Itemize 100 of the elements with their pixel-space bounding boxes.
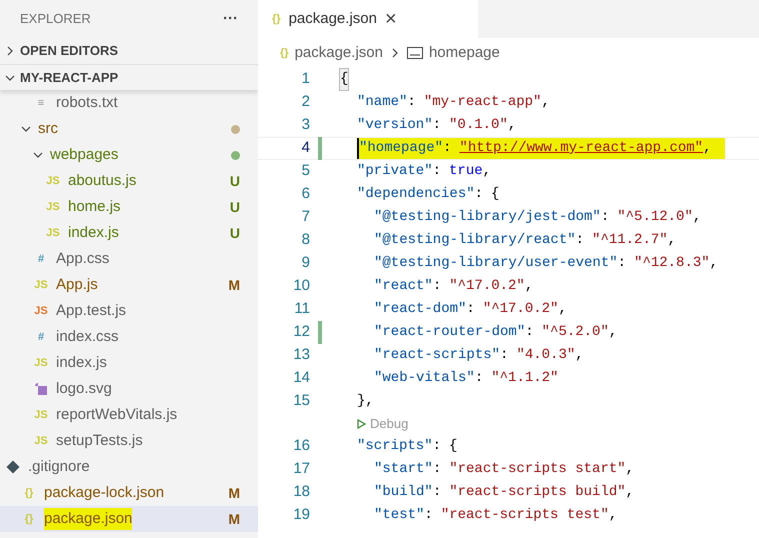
diamond-icon xyxy=(6,460,20,474)
folder-row[interactable]: src xyxy=(0,116,258,142)
line-number: 3 xyxy=(300,115,310,136)
json-punctuation: : xyxy=(432,483,442,502)
json-punctuation: , xyxy=(692,208,702,227)
json-string: "react-scripts build" xyxy=(449,483,626,502)
json-key: "@testing-library/user-event" xyxy=(374,253,618,274)
file-name: index.css xyxy=(56,326,119,347)
json-key: "react-dom" xyxy=(374,299,466,320)
debug-link[interactable]: Debug xyxy=(370,414,408,434)
file-name: index.js xyxy=(56,352,107,373)
file-row[interactable]: {} package.json M xyxy=(0,506,258,532)
json-key: "test" xyxy=(374,505,424,526)
breadcrumb-file[interactable]: package.json xyxy=(294,42,383,64)
section-header[interactable]: MY-REACT-APP xyxy=(0,64,258,90)
breadcrumb-symbol[interactable]: homepage xyxy=(428,42,500,64)
file-row[interactable]: JS App.js M xyxy=(0,272,258,298)
file-name: src xyxy=(38,118,58,139)
json-file-icon: {} xyxy=(280,44,289,62)
json-key: "homepage" xyxy=(359,138,444,159)
json-string: "^1.1.2" xyxy=(491,369,558,388)
json-key: "scripts" xyxy=(357,436,433,457)
file-name: App.test.js xyxy=(56,300,126,321)
line-number: 1 xyxy=(300,69,310,90)
line-number: 12 xyxy=(292,322,310,342)
json-key: "version" xyxy=(357,115,433,136)
file-name: .gitignore xyxy=(28,456,90,477)
section-header[interactable]: OPEN EDITORS xyxy=(0,38,258,64)
file-row[interactable]: JS App.test.js xyxy=(0,298,258,324)
file-row[interactable]: JS reportWebVitals.js xyxy=(0,402,258,428)
json-punctuation: : xyxy=(432,277,442,296)
line-number: 13 xyxy=(292,345,310,366)
json-string: "^17.0.2" xyxy=(449,277,525,296)
section-title: OPEN EDITORS xyxy=(20,42,118,60)
file-row[interactable]: JS aboutus.js U xyxy=(0,168,258,194)
json-string: "^12.8.3" xyxy=(634,254,710,273)
more-actions-button[interactable]: ··· xyxy=(223,8,238,30)
line-number: 11 xyxy=(293,299,310,320)
json-punctuation: : xyxy=(500,346,508,365)
json-punctuation: : xyxy=(432,437,442,456)
json-punctuation: : xyxy=(424,506,433,525)
json-bracket: { xyxy=(491,185,500,204)
tab-label: package.json xyxy=(288,8,377,29)
line-number: 18 xyxy=(292,482,310,502)
file-row[interactable]: ≡ robots.txt xyxy=(0,90,258,116)
json-punctuation: , xyxy=(575,346,584,365)
line-number: 4 xyxy=(300,138,310,158)
json-string: "^5.2.0" xyxy=(542,323,609,342)
line-number: 10 xyxy=(292,276,310,296)
image-file-icon xyxy=(34,382,48,396)
json-bracket: { xyxy=(340,69,348,90)
git-status-letter: U xyxy=(230,224,240,242)
file-row[interactable]: logo.svg xyxy=(0,376,258,402)
file-row[interactable]: JS home.js U xyxy=(0,194,258,220)
json-string: "^11.2.7" xyxy=(592,231,668,250)
json-key: "dependencies" xyxy=(357,184,475,205)
file-row[interactable]: .gitignore xyxy=(0,454,258,480)
file-row[interactable]: {} package-lock.json M xyxy=(0,480,258,506)
json-key: "start" xyxy=(374,459,433,480)
file-type-icon: # xyxy=(32,250,50,268)
file-row[interactable]: JS index.js xyxy=(0,350,258,376)
json-punctuation: : xyxy=(618,254,626,273)
line-number: 16 xyxy=(292,436,310,456)
json-punctuation: : xyxy=(474,369,484,388)
json-punctuation: , xyxy=(541,93,550,112)
file-row[interactable]: JS index.js U xyxy=(0,220,258,246)
json-key: "react-scripts" xyxy=(374,345,500,366)
line-number: 17 xyxy=(292,459,310,480)
json-punctuation: : xyxy=(443,139,452,158)
file-name: App.js xyxy=(56,274,98,295)
json-key: "web-vitals" xyxy=(374,368,475,389)
json-boolean: true xyxy=(449,162,483,181)
file-type-icon: JS xyxy=(32,432,50,450)
json-key: "@testing-library/jest-dom" xyxy=(374,207,601,228)
json-punctuation: , xyxy=(482,162,492,181)
file-name: logo.svg xyxy=(56,378,112,399)
json-string: "my-react-app" xyxy=(424,93,542,112)
json-punctuation: , xyxy=(558,300,567,319)
file-row[interactable]: # index.css xyxy=(0,324,258,350)
json-key: "react-router-dom" xyxy=(374,322,526,343)
json-string: "http://www.my-react-app.com" xyxy=(459,139,704,158)
editor-tab[interactable]: {} package.json × xyxy=(258,0,478,38)
line-number: 2 xyxy=(300,92,310,112)
close-button[interactable]: × xyxy=(384,9,397,29)
line-number: 19 xyxy=(292,505,310,526)
file-row[interactable]: # App.css xyxy=(0,246,258,272)
file-type-icon: JS xyxy=(32,302,50,320)
explorer-title: EXPLORER xyxy=(20,10,91,28)
line-number: 15 xyxy=(292,391,310,412)
json-punctuation: : xyxy=(525,323,534,342)
line-number: 9 xyxy=(300,253,310,274)
json-punctuation: : xyxy=(474,185,484,204)
json-file-icon: {} xyxy=(272,10,281,28)
file-row[interactable]: JS setupTests.js xyxy=(0,428,258,454)
line-number: 6 xyxy=(300,184,310,204)
json-key: "name" xyxy=(357,92,408,113)
json-bracket: { xyxy=(449,437,458,456)
json-punctuation: , xyxy=(608,323,618,342)
json-punctuation: , xyxy=(710,254,718,273)
folder-row[interactable]: webpages xyxy=(0,142,258,168)
